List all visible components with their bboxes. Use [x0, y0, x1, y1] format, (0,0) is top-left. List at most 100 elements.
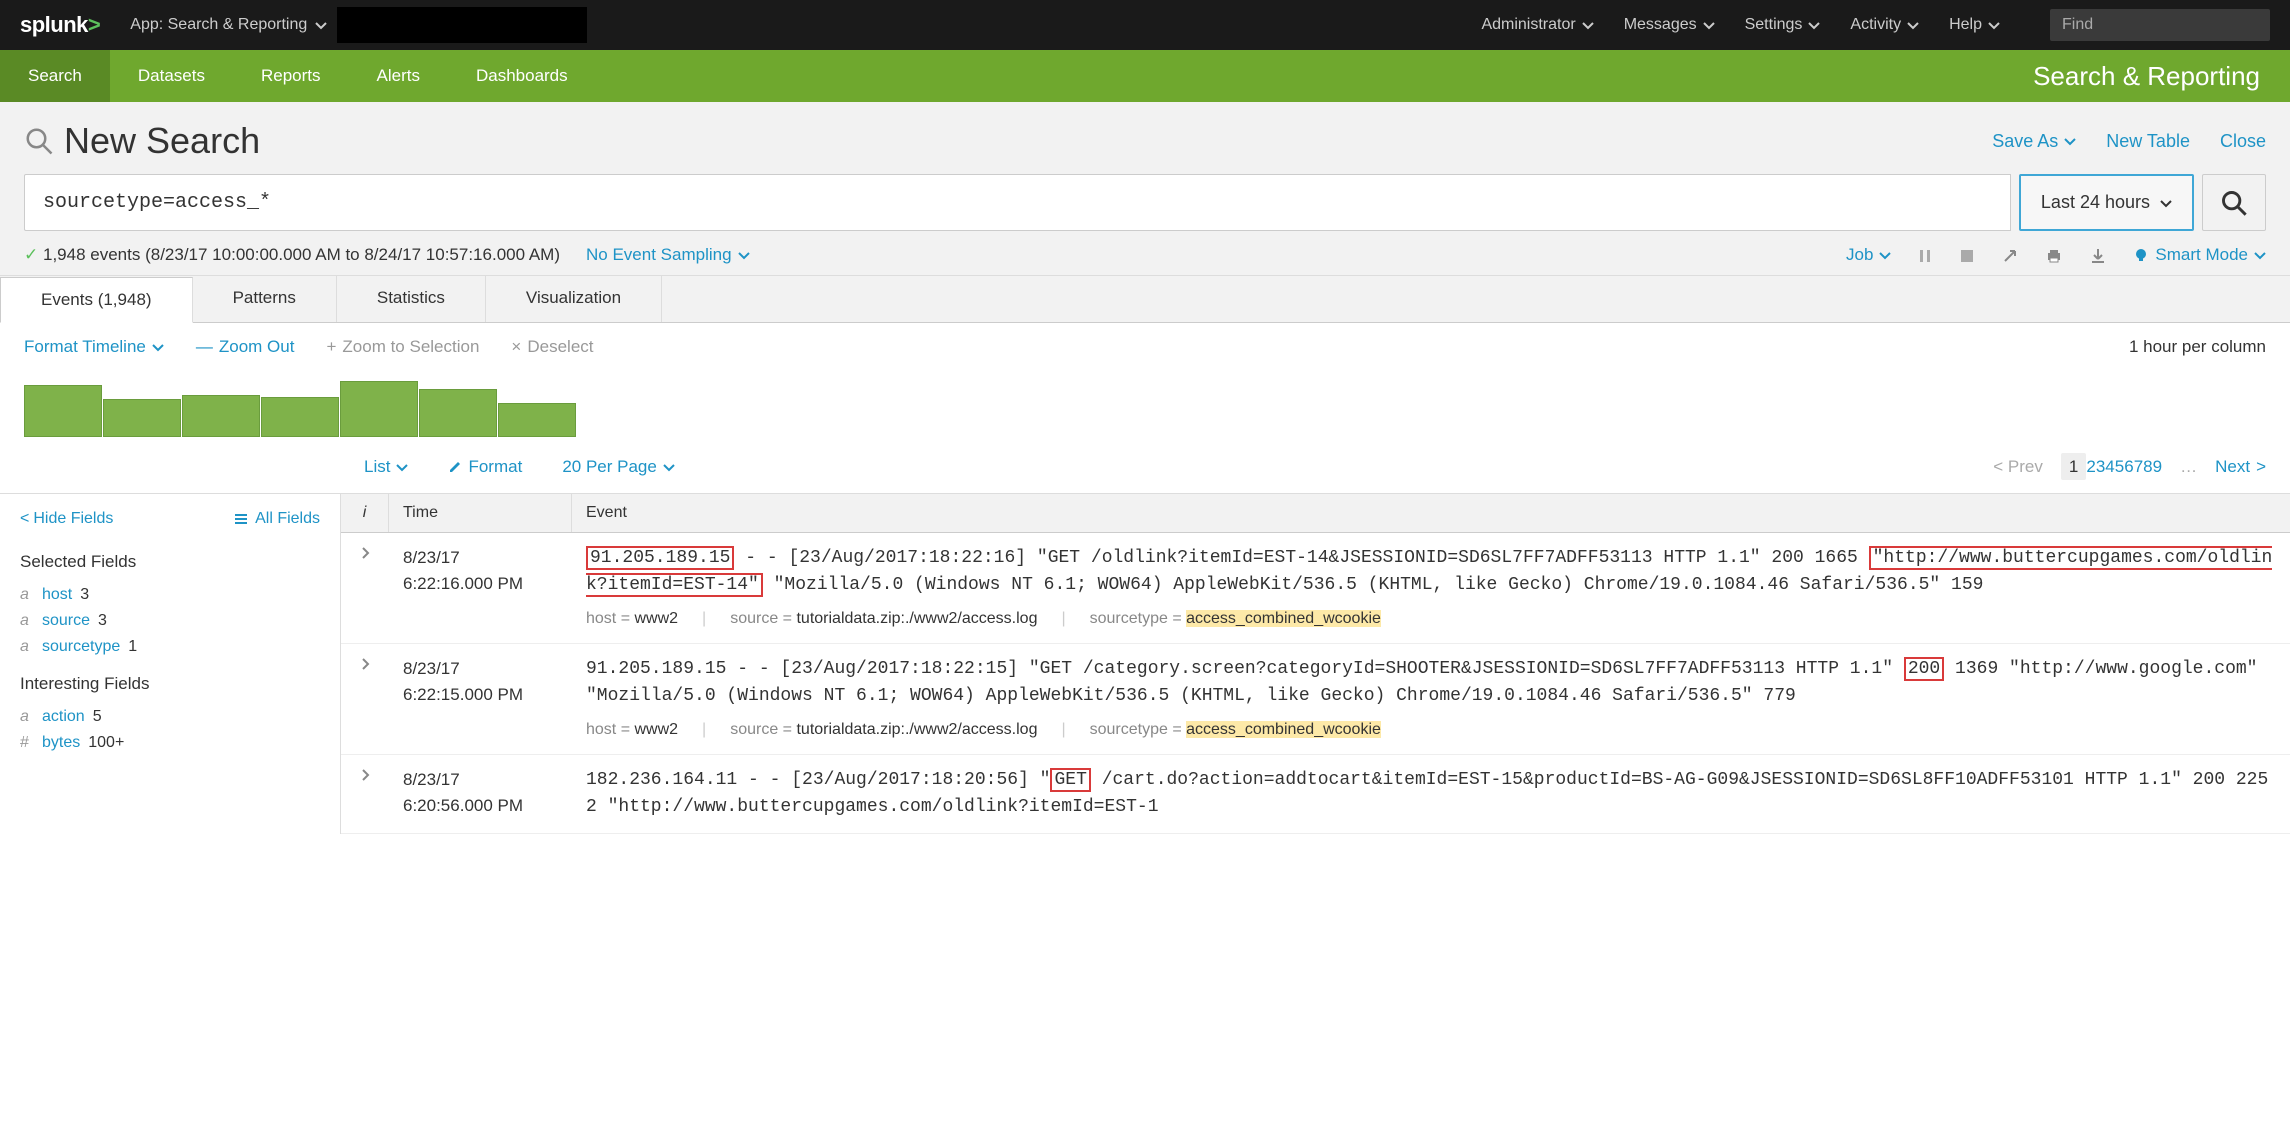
- splunk-logo[interactable]: splunk>: [20, 12, 100, 38]
- field-name-label: sourcetype: [42, 638, 120, 656]
- timeline-bar[interactable]: [261, 397, 339, 437]
- field-type-icon: a: [20, 586, 34, 604]
- page-9[interactable]: 9: [2153, 457, 2162, 476]
- page-4[interactable]: 4: [2105, 457, 2114, 476]
- timeline-scale-label: 1 hour per column: [2129, 337, 2266, 357]
- events-table: i Time Event 8/23/176:22:16.000 PM91.205…: [340, 494, 2290, 834]
- timeline-area: Format Timeline — Zoom Out + Zoom to Sel…: [0, 323, 2290, 441]
- tab-events[interactable]: Events (1,948): [0, 277, 193, 323]
- timeline-bar[interactable]: [419, 389, 497, 437]
- page-3[interactable]: 3: [2096, 457, 2105, 476]
- display-mode-dropdown[interactable]: List: [364, 457, 408, 477]
- field-count-label: 3: [80, 586, 89, 604]
- hide-fields-button[interactable]: < Hide Fields: [20, 510, 113, 528]
- search-header: New Search Save As New Table Close sourc…: [0, 102, 2290, 276]
- timeline-bar[interactable]: [498, 403, 576, 437]
- event-time[interactable]: 8/23/176:20:56.000 PM: [389, 755, 572, 833]
- stop-icon[interactable]: [1959, 245, 1975, 265]
- nav-datasets[interactable]: Datasets: [110, 50, 233, 102]
- tab-patterns[interactable]: Patterns: [193, 276, 337, 322]
- timeline-bar[interactable]: [24, 385, 102, 437]
- search-input[interactable]: sourcetype=access_*: [24, 174, 2011, 231]
- redacted-area: [337, 7, 587, 43]
- event-raw[interactable]: 182.236.164.11 - - [23/Aug/2017:18:20:56…: [572, 755, 2290, 833]
- chevron-down-icon: [1988, 19, 2000, 31]
- run-search-button[interactable]: [2202, 174, 2266, 231]
- per-page-dropdown[interactable]: 20 Per Page: [562, 457, 675, 477]
- all-fields-button[interactable]: All Fields: [233, 510, 320, 528]
- event-raw[interactable]: 91.205.189.15 - - [23/Aug/2017:18:22:15]…: [572, 644, 2290, 754]
- highlighted-segment: 91.205.189.15: [586, 546, 734, 570]
- chevron-down-icon: [2064, 135, 2076, 147]
- chevron-down-icon: [1582, 19, 1594, 31]
- field-type-icon: a: [20, 612, 34, 630]
- event-meta: host = www2|source = tutorialdata.zip:./…: [586, 607, 2276, 631]
- page-6[interactable]: 6: [2124, 457, 2133, 476]
- print-icon[interactable]: [2045, 245, 2063, 265]
- menu-activity[interactable]: Activity: [1850, 16, 1919, 34]
- close-button[interactable]: Close: [2220, 131, 2266, 152]
- menu-messages[interactable]: Messages: [1624, 16, 1715, 34]
- nav-reports[interactable]: Reports: [233, 50, 349, 102]
- chevron-right-icon: [359, 769, 371, 781]
- event-time[interactable]: 8/23/176:22:15.000 PM: [389, 644, 572, 754]
- job-menu[interactable]: Job: [1846, 245, 1891, 265]
- chevron-down-icon: [2160, 197, 2172, 209]
- app-title: Search & Reporting: [2033, 61, 2290, 92]
- new-table-button[interactable]: New Table: [2106, 131, 2190, 152]
- prev-page-button: < Prev: [1993, 457, 2043, 477]
- app-picker[interactable]: App: Search & Reporting: [130, 16, 327, 34]
- page-5[interactable]: 5: [2115, 457, 2124, 476]
- timeline-bars[interactable]: [24, 367, 2266, 437]
- export-icon[interactable]: [2089, 245, 2107, 265]
- expand-row-button[interactable]: [341, 644, 389, 754]
- chevron-down-icon: [1879, 249, 1891, 261]
- expand-row-button[interactable]: [341, 755, 389, 833]
- field-name-label: bytes: [42, 734, 80, 752]
- menu-administrator[interactable]: Administrator: [1481, 16, 1593, 34]
- nav-dashboards[interactable]: Dashboards: [448, 50, 596, 102]
- event-time[interactable]: 8/23/176:22:16.000 PM: [389, 533, 572, 643]
- search-mode-dropdown[interactable]: Smart Mode: [2133, 245, 2266, 265]
- share-icon[interactable]: [2001, 245, 2019, 265]
- save-as-button[interactable]: Save As: [1992, 131, 2076, 152]
- timeline-bar[interactable]: [182, 395, 260, 437]
- main-split: < Hide Fields All Fields Selected Fields…: [0, 493, 2290, 834]
- field-name-label: host: [42, 586, 72, 604]
- format-button[interactable]: Format: [448, 457, 522, 477]
- page-7[interactable]: 7: [2134, 457, 2143, 476]
- field-row-action[interactable]: aaction5: [20, 704, 320, 730]
- page-8[interactable]: 8: [2143, 457, 2152, 476]
- tab-visualization[interactable]: Visualization: [486, 276, 662, 322]
- event-raw[interactable]: 91.205.189.15 - - [23/Aug/2017:18:22:16]…: [572, 533, 2290, 643]
- find-input[interactable]: Find: [2050, 9, 2270, 41]
- page-1[interactable]: 1: [2061, 453, 2086, 480]
- zoom-out-button[interactable]: — Zoom Out: [196, 337, 295, 357]
- field-row-source[interactable]: asource3: [20, 608, 320, 634]
- field-row-sourcetype[interactable]: asourcetype1: [20, 634, 320, 660]
- col-time[interactable]: Time: [389, 494, 572, 532]
- timeline-bar[interactable]: [103, 399, 181, 437]
- field-row-host[interactable]: ahost 3: [20, 582, 320, 608]
- format-timeline-button[interactable]: Format Timeline: [24, 337, 164, 357]
- highlighted-segment: GET: [1050, 768, 1090, 792]
- chevron-down-icon: [315, 19, 327, 31]
- field-row-bytes[interactable]: #bytes100+: [20, 730, 320, 756]
- page-2[interactable]: 2: [2086, 457, 2095, 476]
- field-type-icon: a: [20, 708, 34, 726]
- field-name-label: source: [42, 612, 90, 630]
- chevron-down-icon: [663, 461, 675, 473]
- expand-row-button[interactable]: [341, 533, 389, 643]
- nav-search[interactable]: Search: [0, 50, 110, 102]
- field-type-icon: #: [20, 734, 34, 752]
- pause-icon[interactable]: [1917, 245, 1933, 265]
- nav-alerts[interactable]: Alerts: [349, 50, 448, 102]
- timeline-bar[interactable]: [340, 381, 418, 437]
- menu-settings[interactable]: Settings: [1745, 16, 1821, 34]
- tab-statistics[interactable]: Statistics: [337, 276, 486, 322]
- event-sampling-dropdown[interactable]: No Event Sampling: [586, 245, 750, 265]
- chevron-right-icon: [359, 658, 371, 670]
- menu-help[interactable]: Help: [1949, 16, 2000, 34]
- next-page-button[interactable]: Next >: [2215, 457, 2266, 477]
- time-range-picker[interactable]: Last 24 hours: [2019, 174, 2194, 231]
